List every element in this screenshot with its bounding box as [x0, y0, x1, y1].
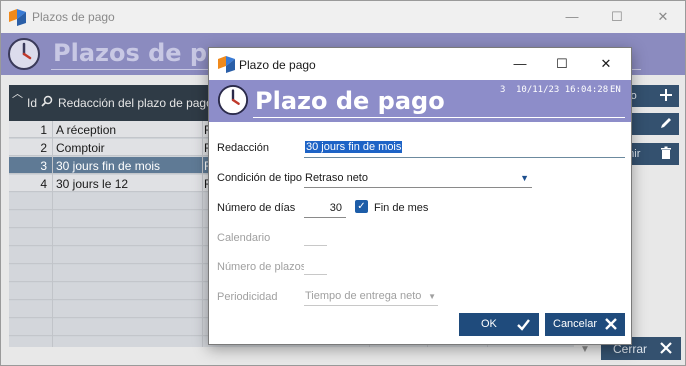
sort-ascending-icon[interactable]: ︿	[12, 85, 23, 101]
calendario-label: Calendario	[217, 232, 271, 244]
redaccion-label: Redacción	[217, 142, 269, 154]
row-id: 2	[40, 141, 47, 155]
close-x-icon	[605, 318, 617, 330]
row-redaction: 30 jours le 12	[56, 177, 129, 191]
row-redaction: Comptoir	[56, 141, 105, 155]
condicion-label: Condición de tipo	[217, 172, 303, 184]
clock-icon	[8, 38, 40, 70]
cancel-button-label: Cancelar	[553, 318, 598, 330]
row-redaction: 30 jours fin de mois	[56, 159, 161, 173]
row-id: 3	[40, 159, 47, 173]
redaccion-input[interactable]: 30 jours fin de mois	[304, 138, 625, 158]
plus-icon	[660, 89, 672, 101]
app-logo-icon	[9, 9, 26, 26]
dias-label: Número de días	[217, 202, 296, 214]
search-icon[interactable]	[41, 95, 53, 107]
row-redaction: A réception	[56, 123, 117, 137]
calendario-input	[304, 228, 327, 246]
chevron-down-icon[interactable]: ▼	[520, 173, 529, 183]
cancel-button[interactable]: Cancelar	[545, 313, 625, 336]
maximize-icon[interactable]: ☐	[606, 7, 628, 27]
header-divider	[253, 117, 625, 118]
minimize-icon[interactable]: —	[561, 7, 583, 27]
redaccion-value: 30 jours fin de mois	[305, 141, 403, 153]
ok-button[interactable]: OK	[459, 313, 539, 336]
close-x-icon	[660, 342, 672, 354]
periodicidad-select: Tiempo de entrega neto ▼	[304, 288, 438, 306]
condicion-select[interactable]: Retraso neto ▼	[304, 168, 532, 188]
back-window-titlebar: Plazos de pago — ☐ ✕	[1, 1, 685, 33]
app-logo-icon	[218, 56, 235, 73]
pencil-icon	[661, 118, 671, 128]
dialog-page-title: Plazo de pago	[255, 87, 445, 115]
payment-term-dialog: Plazo de pago — ☐ ✕ Plazo de pago 3 10/1…	[208, 47, 632, 345]
plazos-label: Número de plazos	[217, 261, 304, 273]
checkmark-icon	[517, 319, 530, 331]
maximize-icon[interactable]: ☐	[551, 54, 573, 74]
minimize-icon[interactable]: —	[509, 54, 531, 74]
timestamp: 10/11/23 16:04:28	[516, 85, 609, 95]
dias-input[interactable]: 30	[304, 198, 346, 218]
scroll-down-icon[interactable]: ▼	[578, 344, 592, 358]
trash-icon	[661, 146, 671, 159]
language-code: EN	[610, 85, 621, 95]
column-divider	[52, 121, 53, 347]
back-window-title: Plazos de pago	[32, 10, 115, 24]
row-id: 4	[40, 177, 47, 191]
plazos-input	[304, 257, 327, 275]
column-divider	[202, 121, 203, 347]
close-icon[interactable]: ✕	[652, 7, 674, 27]
fin-de-mes-label[interactable]: Fin de mes	[374, 202, 428, 214]
periodicidad-label: Periodicidad	[217, 291, 278, 303]
record-count: 3	[500, 85, 506, 95]
close-icon[interactable]: ✕	[595, 54, 617, 74]
column-header-redaction[interactable]: Redacción del plazo de pago	[58, 96, 213, 110]
row-id: 1	[40, 123, 47, 137]
dialog-header: Plazo de pago 3 10/11/23 16:04:28 EN	[209, 80, 631, 122]
periodicidad-value: Tiempo de entrega neto	[305, 290, 422, 302]
dias-value: 30	[329, 202, 342, 214]
dialog-title: Plazo de pago	[239, 58, 316, 72]
chevron-down-icon: ▼	[428, 292, 436, 301]
condicion-value: Retraso neto	[305, 172, 368, 184]
dialog-titlebar: Plazo de pago — ☐ ✕	[209, 48, 631, 80]
column-header-id[interactable]: Id	[27, 96, 37, 110]
clock-icon	[217, 84, 249, 116]
fin-de-mes-checkbox[interactable]: ✓	[355, 200, 368, 213]
ok-button-label: OK	[481, 318, 497, 330]
